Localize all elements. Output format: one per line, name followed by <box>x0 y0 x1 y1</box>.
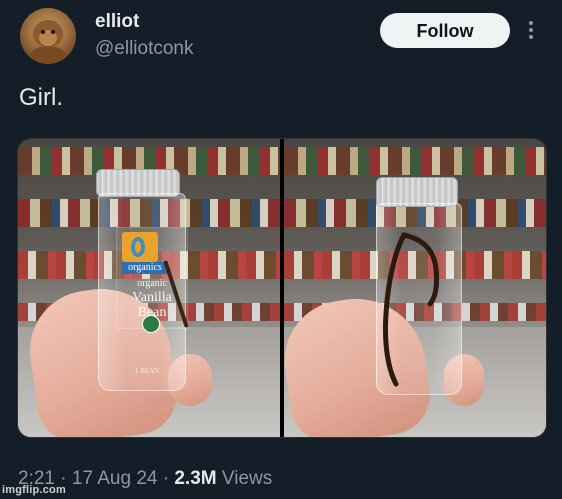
o-organics-logo <box>122 232 158 262</box>
jar-label: organics organic Vanilla Bean <box>116 227 188 329</box>
imgflip-watermark: imgflip.com <box>2 484 66 496</box>
label-brand: organics <box>122 262 168 274</box>
usda-organic-seal <box>142 315 160 333</box>
tweet-date[interactable]: 17 Aug 24 <box>72 468 158 489</box>
avatar[interactable] <box>20 8 76 64</box>
vanilla-bean-icon <box>383 232 439 387</box>
author-handle[interactable]: @elliotconk <box>95 38 194 60</box>
orangutan-avatar-icon <box>30 20 66 64</box>
photo-vanilla-jar-labeled[interactable]: organics organic Vanilla Bean 1 BEAN <box>18 139 280 437</box>
views-label: Views <box>221 468 273 489</box>
follow-button[interactable]: Follow <box>380 13 510 48</box>
more-vertical-icon[interactable] <box>524 18 538 44</box>
label-count: 1 BEAN <box>134 367 160 375</box>
tweet-card: elliot @elliotconk Follow Girl. organics… <box>0 0 562 499</box>
media-grid: organics organic Vanilla Bean 1 BEAN <box>17 138 547 438</box>
meta-separator: · <box>162 468 170 489</box>
label-sub: organic <box>137 278 167 289</box>
author-name[interactable]: elliot <box>95 11 139 33</box>
tweet-text: Girl. <box>19 84 63 111</box>
photo-vanilla-jar-unlabeled[interactable] <box>284 139 546 437</box>
views-count: 2.3M <box>174 468 217 489</box>
